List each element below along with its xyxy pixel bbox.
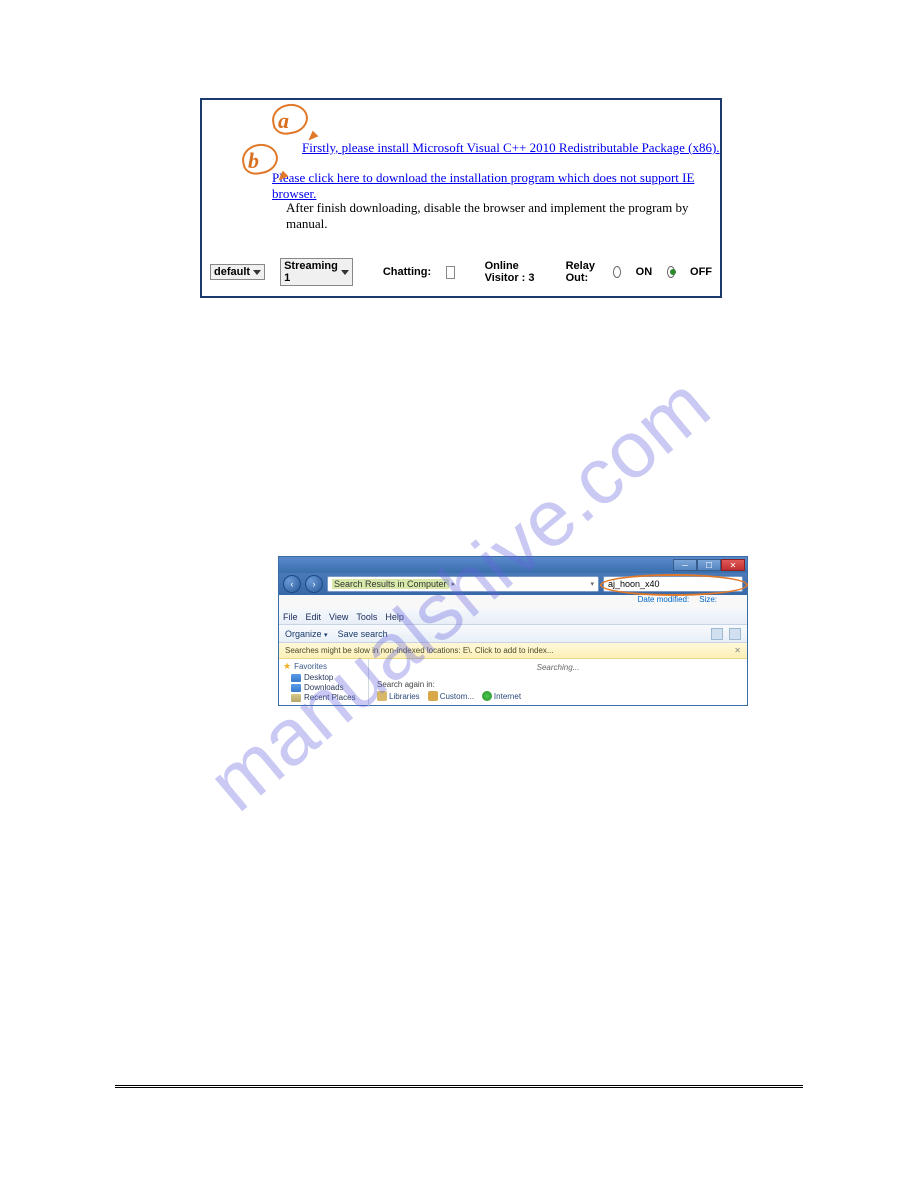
link-install-vc[interactable]: Firstly, please install Microsoft Visual… — [302, 140, 720, 156]
explorer-body: ★ Favorites Desktop Downloads Recent Pla… — [279, 659, 747, 707]
annotation-a: a — [278, 108, 320, 140]
radio-on[interactable] — [613, 266, 621, 278]
chatting-label: Chatting: — [383, 266, 431, 278]
radio-off[interactable] — [667, 266, 675, 278]
search-again-label: Search again in: — [377, 680, 739, 689]
favorites-label: Favorites — [294, 662, 327, 671]
menu-help[interactable]: Help — [385, 612, 404, 622]
relay-out-label: Relay Out: — [566, 260, 598, 284]
chevron-down-icon: ▾ — [590, 580, 594, 588]
menu-file[interactable]: File — [283, 612, 298, 622]
search-input[interactable]: aj_hoon_x40 — [603, 576, 743, 592]
tool-bar: Organize ▾ Save search — [279, 625, 747, 643]
nav-forward-button[interactable]: › — [305, 575, 323, 593]
info-text: Searches might be slow in non-indexed lo… — [285, 646, 554, 655]
annotation-b: b — [248, 148, 290, 180]
nav-back-button[interactable]: ‹ — [283, 575, 301, 593]
sidebar-item-desktop[interactable]: Desktop — [283, 673, 364, 682]
star-icon: ★ — [283, 661, 291, 672]
select-streaming[interactable]: Streaming 1 — [280, 258, 353, 286]
save-search-button[interactable]: Save search — [338, 629, 388, 639]
online-visitor-label: Online Visitor : 3 — [485, 260, 536, 284]
toolbar-left: Organize ▾ Save search — [285, 629, 388, 639]
chevron-down-icon — [341, 270, 349, 275]
window-buttons: ─ ☐ ✕ — [673, 559, 745, 571]
off-label: OFF — [690, 266, 712, 278]
address-segment: Search Results in Computer — [332, 579, 449, 589]
chevron-down-icon — [253, 270, 261, 275]
select-streaming-value: Streaming 1 — [284, 260, 338, 284]
menu-bar: File Edit View Tools Help — [279, 609, 747, 625]
recent-label: Recent Places — [304, 693, 356, 702]
sidebar-item-downloads[interactable]: Downloads — [283, 683, 364, 692]
desktop-label: Desktop — [304, 673, 333, 682]
install-panel: a b Firstly, please install Microsoft Vi… — [200, 98, 722, 298]
search-value: aj_hoon_x40 — [608, 579, 660, 589]
menu-tools[interactable]: Tools — [356, 612, 377, 622]
page-footer-rule — [115, 1085, 803, 1088]
menu-view[interactable]: View — [329, 612, 348, 622]
downloads-icon — [291, 684, 301, 692]
recent-places-icon — [291, 694, 301, 702]
custom-icon — [428, 691, 438, 701]
downloads-label: Downloads — [304, 683, 344, 692]
chatting-checkbox[interactable] — [446, 266, 454, 279]
info-bar: Searches might be slow in non-indexed lo… — [279, 643, 747, 659]
info-close-button[interactable]: ✕ — [734, 646, 741, 655]
select-default[interactable]: default — [210, 264, 265, 280]
window-titlebar: ─ ☐ ✕ — [279, 557, 747, 573]
toolbar-right — [711, 628, 741, 640]
manual-instruction-text: After finish downloading, disable the br… — [286, 200, 720, 232]
chevron-down-icon: ▾ — [324, 632, 328, 639]
sidebar-item-recent[interactable]: Recent Places — [283, 693, 364, 702]
organize-button[interactable]: Organize ▾ — [285, 629, 328, 639]
filter-size[interactable]: Size: — [699, 595, 717, 609]
filter-date-modified[interactable]: Date modified: — [638, 595, 690, 609]
search-filter-row: Date modified: Size: — [279, 595, 747, 609]
help-icon[interactable] — [729, 628, 741, 640]
searching-status: Searching... — [377, 663, 739, 672]
controls-row: default Streaming 1 Chatting: Online Vis… — [210, 258, 712, 286]
favorites-header[interactable]: ★ Favorites — [283, 661, 364, 672]
sidebar: ★ Favorites Desktop Downloads Recent Pla… — [279, 659, 369, 707]
search-again-row: Libraries Custom... Internet — [377, 691, 739, 701]
search-option-custom[interactable]: Custom... — [428, 691, 474, 701]
search-option-libraries[interactable]: Libraries — [377, 691, 420, 701]
annotation-b-letter: b — [248, 148, 259, 174]
maximize-button[interactable]: ☐ — [697, 559, 721, 571]
desktop-icon — [291, 674, 301, 682]
minimize-button[interactable]: ─ — [673, 559, 697, 571]
results-area: Searching... Search again in: Libraries … — [369, 659, 747, 707]
libraries-icon — [377, 691, 387, 701]
close-button[interactable]: ✕ — [721, 559, 745, 571]
on-label: ON — [636, 266, 653, 278]
search-option-internet[interactable]: Internet — [482, 691, 521, 701]
internet-icon — [482, 691, 492, 701]
chevron-right-icon: ▸ — [452, 580, 456, 588]
explorer-window: ─ ☐ ✕ ‹ › Search Results in Computer ▸ ▾… — [278, 556, 748, 706]
view-icon[interactable] — [711, 628, 723, 640]
annotation-a-letter: a — [278, 108, 289, 134]
select-default-value: default — [214, 266, 250, 278]
link-download-program[interactable]: Please click here to download the instal… — [272, 170, 720, 202]
menu-edit[interactable]: Edit — [306, 612, 322, 622]
address-bar[interactable]: Search Results in Computer ▸ ▾ — [327, 576, 599, 592]
nav-bar: ‹ › Search Results in Computer ▸ ▾ aj_ho… — [279, 573, 747, 595]
